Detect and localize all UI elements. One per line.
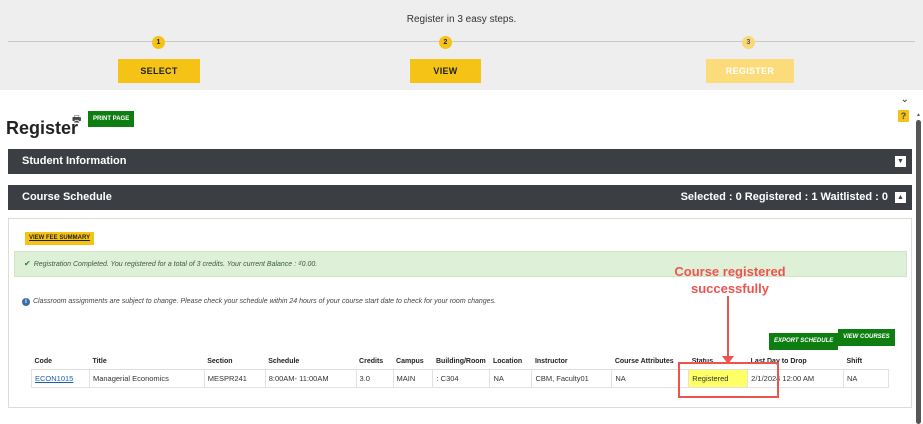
- chevron-down-icon[interactable]: ⌄: [901, 94, 909, 105]
- step-1-number: 1: [152, 36, 165, 49]
- column-header-code: Code: [31, 354, 90, 370]
- annotation-line-2: successfully: [690, 281, 770, 296]
- classroom-info-notice: i Classroom assignments are subject to ch…: [22, 298, 496, 306]
- help-icon[interactable]: ?: [898, 110, 909, 122]
- cell-shift: NA: [843, 369, 890, 388]
- print-page-button[interactable]: PRINT PAGE: [88, 111, 135, 127]
- cell-credits: 3.0: [356, 369, 394, 388]
- view-step-button[interactable]: VIEW: [410, 59, 481, 83]
- cell-schedule: 8:00AM- 11:00AM: [265, 369, 357, 388]
- column-header-title: Title: [89, 354, 205, 370]
- course-schedule-bar[interactable]: Course Schedule Selected : 0 Registered …: [8, 185, 912, 210]
- register-step-button[interactable]: REGISTER: [706, 59, 794, 83]
- cell-building-room: : C304: [432, 369, 491, 388]
- printer-icon[interactable]: 🖶: [72, 112, 81, 129]
- annotation-text: Course registered successfully: [652, 263, 808, 297]
- column-header-instructor: Instructor: [531, 354, 612, 370]
- status-highlight-box: [678, 362, 779, 398]
- student-information-label: Student Information: [22, 155, 127, 167]
- annotation-line-1: Course registered: [674, 264, 786, 279]
- select-step-button[interactable]: SELECT: [118, 59, 200, 83]
- column-header-schedule: Schedule: [265, 354, 357, 370]
- export-schedule-button[interactable]: EXPORT SCHEDULE: [769, 333, 839, 350]
- column-header-location: Location: [489, 354, 532, 370]
- success-message: Registration Completed. You registered f…: [33, 261, 318, 268]
- column-header-building-room: Building/Room: [432, 354, 490, 370]
- cell-section: MESPR241: [204, 369, 266, 388]
- column-header-credits: Credits: [356, 354, 394, 370]
- scroll-up-icon[interactable]: ▲: [916, 112, 921, 118]
- scrollbar-thumb[interactable]: [916, 120, 921, 424]
- step-2-number: 2: [439, 36, 452, 49]
- annotation-arrow: [727, 296, 729, 358]
- cell-title: Managerial Economics: [89, 369, 205, 388]
- column-header-campus: Campus: [393, 354, 433, 370]
- view-fee-summary-button[interactable]: VIEW FEE SUMMARY: [25, 232, 95, 245]
- column-header-section: Section: [204, 354, 266, 370]
- info-message: Classroom assignments are subject to cha…: [33, 298, 497, 305]
- cell-campus: MAIN: [393, 369, 434, 388]
- steps-divider: [8, 41, 915, 42]
- course-schedule-label: Course Schedule: [22, 191, 112, 203]
- info-icon: i: [22, 298, 30, 306]
- steps-title: Register in 3 easy steps.: [406, 14, 517, 25]
- step-3-number: 3: [742, 36, 755, 49]
- steps-header: Register in 3 easy steps. 1 2 3 SELECT V…: [0, 0, 923, 90]
- course-code-link[interactable]: ECON1015: [35, 374, 73, 383]
- cell-location: NA: [489, 369, 533, 388]
- chevron-up-icon[interactable]: ▲: [895, 192, 906, 203]
- chevron-down-icon[interactable]: ▼: [895, 156, 906, 167]
- scrollbar[interactable]: ▲: [916, 112, 921, 424]
- check-circle-icon: ✔: [24, 259, 31, 268]
- cell-code: ECON1015: [31, 369, 90, 388]
- column-header-shift: Shift: [843, 354, 889, 370]
- registration-counts: Selected : 0 Registered : 1 Waitlisted :…: [680, 191, 888, 203]
- view-courses-button[interactable]: VIEW COURSES: [838, 329, 895, 346]
- student-information-bar[interactable]: Student Information ▼: [8, 149, 912, 174]
- page-title: Register: [6, 118, 79, 138]
- cell-instructor: CBM, Faculty01: [531, 369, 613, 388]
